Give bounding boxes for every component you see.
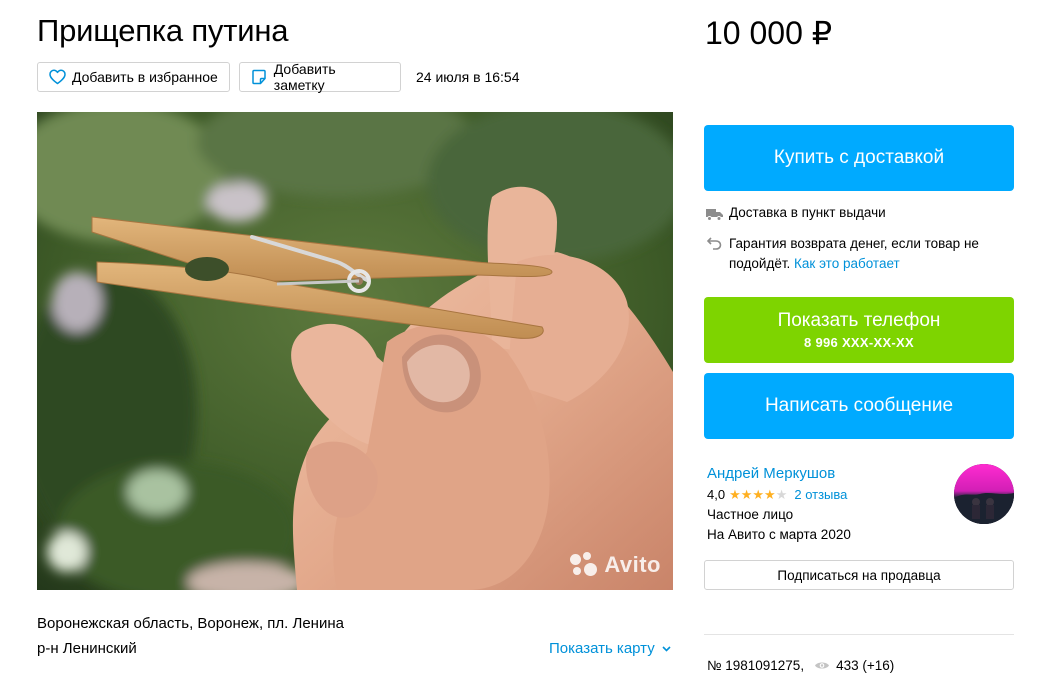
buy-with-delivery-button[interactable]: Купить с доставкой — [704, 125, 1014, 191]
delivery-info: Доставка в пункт выдачи — [706, 205, 886, 222]
rating-value: 4,0 — [707, 487, 726, 502]
write-message-button[interactable]: Написать сообщение — [704, 373, 1014, 439]
avatar-image — [954, 464, 1014, 524]
add-to-favorites-label: Добавить в избранное — [72, 69, 218, 85]
show-map-link[interactable]: Показать карту — [549, 640, 671, 657]
view-count: 433 (+16) — [836, 658, 895, 673]
rating-stars: ★ ★ ★ ★ ★ — [729, 488, 787, 501]
ad-meta: № 1981091275, 433 (+16) — [707, 658, 894, 673]
how-it-works-link[interactable]: Как это работает — [794, 256, 900, 271]
subscribe-to-seller-button[interactable]: Подписаться на продавца — [704, 560, 1014, 590]
show-phone-button[interactable]: Показать телефон 8 996 XXX-XX-XX — [704, 297, 1014, 363]
subscribe-to-seller-label: Подписаться на продавца — [777, 567, 941, 583]
show-map-label: Показать карту — [549, 640, 655, 657]
avito-logo-icon — [570, 552, 598, 578]
add-to-favorites-button[interactable]: Добавить в избранное — [37, 62, 230, 92]
chevron-down-icon — [662, 646, 671, 652]
listing-photo[interactable]: Avito — [37, 112, 673, 590]
write-message-label: Написать сообщение — [764, 395, 954, 416]
eye-icon — [814, 660, 830, 671]
seller-since: На Авито с марта 2020 — [707, 527, 851, 542]
return-arrow-icon — [706, 235, 723, 251]
note-icon — [250, 68, 268, 86]
seller-rating: 4,0 ★ ★ ★ ★ ★ 2 отзыва — [707, 487, 847, 502]
add-note-label: Добавить заметку — [273, 61, 336, 93]
masked-phone-number: 8 996 XXX-XX-XX — [804, 334, 914, 350]
star-empty-icon: ★ — [775, 487, 788, 502]
ad-number: № 1981091275, — [707, 658, 805, 673]
seller-avatar[interactable] — [954, 464, 1014, 524]
clothespin-photo-illustration — [37, 112, 673, 590]
reviews-link[interactable]: 2 отзыва — [794, 487, 847, 502]
buy-with-delivery-label: Купить с доставкой — [773, 147, 945, 168]
address: Воронежская область, Воронеж, пл. Ленина — [37, 615, 344, 632]
delivery-text: Доставка в пункт выдачи — [729, 205, 886, 220]
seller-name-link[interactable]: Андрей Меркушов — [707, 465, 835, 482]
star-filled-icon: ★ — [764, 487, 776, 502]
heart-icon — [48, 68, 66, 86]
avito-watermark: Avito — [570, 552, 661, 578]
district: р-н Ленинский — [37, 640, 137, 657]
money-back-guarantee: Гарантия возврата денег, если товар не п… — [706, 234, 989, 274]
star-filled-icon: ★ — [729, 487, 741, 502]
listing-title: Прищепка путина — [37, 13, 289, 48]
seller-type: Частное лицо — [707, 507, 794, 522]
show-phone-label: Показать телефон — [777, 309, 941, 331]
add-note-button[interactable]: Добавить заметку — [239, 61, 401, 93]
avito-watermark-text: Avito — [604, 552, 661, 577]
listing-price: 10 000 ₽ — [705, 15, 833, 51]
star-filled-icon: ★ — [740, 487, 753, 502]
truck-icon — [706, 206, 723, 222]
star-filled-icon: ★ — [752, 487, 765, 502]
divider — [704, 634, 1014, 635]
posted-date: 24 июля в 16:54 — [416, 69, 520, 85]
